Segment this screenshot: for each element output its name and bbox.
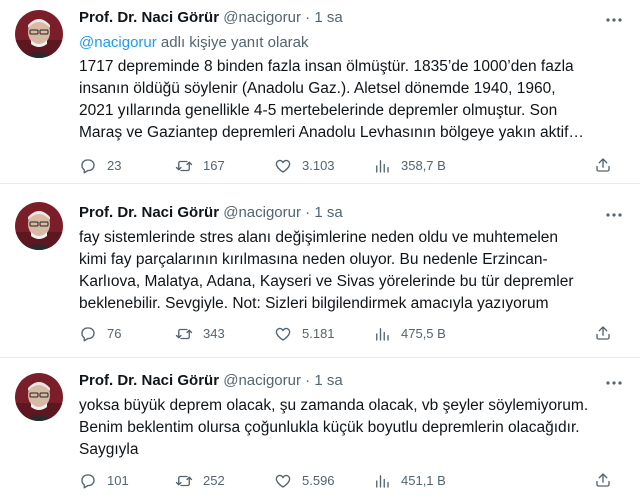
author-name[interactable]: Prof. Dr. Naci Görür — [79, 204, 219, 221]
tweet-actions: 101 252 5.596 451,1 B — [79, 471, 624, 491]
reply-context: @nacigorur adlı kişiye yanıt olarak — [79, 33, 309, 53]
share-icon[interactable] — [594, 471, 612, 489]
views-icon — [376, 160, 389, 173]
timestamp[interactable]: 1 sa — [314, 372, 342, 389]
tweet-text-line: Benim beklentim olursa çoğunlukla küçük … — [79, 419, 580, 436]
tweet-text: 1717 depreminde 8 binden fazla insan ölm… — [79, 56, 624, 144]
tweet-actions: 76 343 5.181 475,5 B — [79, 324, 624, 344]
timestamp[interactable]: 1 sa — [314, 9, 342, 26]
views-button[interactable]: 451,1 B — [373, 471, 446, 491]
reply-count: 76 — [107, 326, 122, 341]
tweet-text-line: kimi fay parçalarının kırılmasına neden … — [79, 251, 548, 268]
views-icon — [376, 475, 389, 488]
reply-count: 23 — [107, 158, 122, 173]
tweet-text-line: Karlıova, Malatya, Adana, Kayseri ve Siv… — [79, 273, 574, 290]
retweet-button[interactable]: 167 — [175, 156, 225, 176]
like-button[interactable]: 3.103 — [274, 156, 335, 176]
retweet-count: 167 — [203, 158, 225, 173]
tweet-text-line: yoksa büyük deprem olacak, şu zamanda ol… — [79, 397, 589, 414]
author-name[interactable]: Prof. Dr. Naci Görür — [79, 9, 219, 26]
retweet-icon — [175, 475, 193, 487]
tweet-text: yoksa büyük deprem olacak, şu zamanda ol… — [79, 395, 624, 461]
tweet[interactable]: Prof. Dr. Naci Görür @nacigorur · 1 sa @… — [0, 0, 640, 184]
separator: · — [305, 9, 311, 26]
reply-button[interactable]: 76 — [79, 324, 121, 344]
author-name[interactable]: Prof. Dr. Naci Görür — [79, 372, 219, 389]
reply-count: 101 — [107, 473, 129, 488]
tweet-text-line: beklenebilir. Sevgiyle. Not: Sizleri bil… — [79, 295, 549, 312]
tweet-actions: 23 167 3.103 358,7 B — [79, 156, 624, 176]
tweet-text-line: insanın öldüğü söylenir (Anadolu Gaz.). … — [79, 80, 556, 97]
separator: · — [305, 372, 311, 389]
tweet-text-line: fay sistemlerinde stres alanı değişimler… — [79, 229, 559, 246]
reply-icon — [81, 474, 95, 489]
reply-to-handle[interactable]: @nacigorur — [79, 34, 157, 51]
retweet-icon — [175, 160, 193, 172]
like-count: 3.103 — [302, 158, 335, 173]
tweet-header: Prof. Dr. Naci Görür @nacigorur · 1 sa — [79, 203, 343, 223]
view-count: 475,5 B — [401, 326, 446, 341]
reply-to-text: adlı kişiye yanıt olarak — [156, 34, 309, 51]
like-icon — [275, 159, 291, 173]
like-icon — [275, 327, 291, 341]
view-count: 451,1 B — [401, 473, 446, 488]
like-button[interactable]: 5.596 — [274, 471, 335, 491]
share-icon[interactable] — [594, 156, 612, 174]
more-icon[interactable] — [604, 373, 624, 393]
like-button[interactable]: 5.181 — [274, 324, 335, 344]
like-count: 5.181 — [302, 326, 335, 341]
tweet[interactable]: Prof. Dr. Naci Görür @nacigorur · 1 sa f… — [0, 185, 640, 358]
views-icon — [376, 328, 389, 341]
author-handle[interactable]: @nacigorur — [223, 9, 301, 26]
more-icon[interactable] — [604, 205, 624, 225]
retweet-button[interactable]: 252 — [175, 471, 225, 491]
tweet-text-line: 1717 depreminde 8 binden fazla insan ölm… — [79, 58, 574, 75]
retweet-count: 252 — [203, 473, 225, 488]
author-handle[interactable]: @nacigorur — [223, 372, 301, 389]
share-icon[interactable] — [594, 324, 612, 342]
reply-icon — [81, 327, 95, 342]
like-icon — [275, 474, 291, 488]
tweet[interactable]: Prof. Dr. Naci Görür @nacigorur · 1 sa y… — [0, 359, 640, 503]
avatar[interactable] — [15, 10, 63, 58]
timestamp[interactable]: 1 sa — [314, 204, 342, 221]
tweet-text: fay sistemlerinde stres alanı değişimler… — [79, 227, 624, 315]
reply-button[interactable]: 23 — [79, 156, 121, 176]
author-handle[interactable]: @nacigorur — [223, 204, 301, 221]
reply-icon — [81, 159, 95, 174]
separator: · — [305, 204, 311, 221]
retweet-button[interactable]: 343 — [175, 324, 225, 344]
more-icon[interactable] — [604, 10, 624, 30]
avatar[interactable] — [15, 202, 63, 250]
reply-button[interactable]: 101 — [79, 471, 129, 491]
tweet-text-line: Maraş ve Gaziantep depremleri Anadolu Le… — [79, 124, 584, 141]
tweet-header: Prof. Dr. Naci Görür @nacigorur · 1 sa — [79, 8, 343, 28]
retweet-count: 343 — [203, 326, 225, 341]
tweet-text-line: 2021 yıllarında genellikle 4-5 mertebele… — [79, 102, 558, 119]
views-button[interactable]: 475,5 B — [373, 324, 446, 344]
like-count: 5.596 — [302, 473, 335, 488]
tweet-text-line: Saygıyla — [79, 441, 139, 458]
retweet-icon — [175, 328, 193, 340]
view-count: 358,7 B — [401, 158, 446, 173]
avatar[interactable] — [15, 373, 63, 421]
tweet-header: Prof. Dr. Naci Görür @nacigorur · 1 sa — [79, 371, 343, 391]
views-button[interactable]: 358,7 B — [373, 156, 446, 176]
